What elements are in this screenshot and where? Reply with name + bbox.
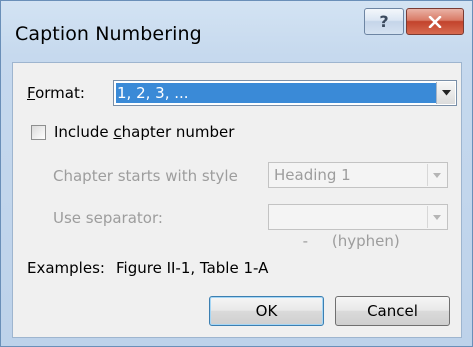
format-dropdown-arrow[interactable] (436, 82, 455, 104)
chapter-style-value: Heading 1 (274, 166, 351, 184)
separator-label: Use separator: (53, 209, 163, 227)
separator-dropdown-arrow[interactable] (427, 206, 446, 228)
format-dropdown[interactable]: 1, 2, 3, ... (113, 80, 457, 106)
examples-label: Examples: (27, 259, 105, 277)
separator-value: - (hyphen) (302, 232, 400, 250)
caption-numbering-dialog: Caption Numbering ? Format: 1, 2, 3, ...… (0, 0, 473, 347)
chapter-style-dropdown[interactable]: Heading 1 (268, 162, 448, 188)
dialog-title: Caption Numbering (15, 23, 202, 45)
chapter-style-dropdown-arrow[interactable] (427, 164, 446, 186)
examples-value: Figure II-1, Table 1-A (116, 259, 269, 277)
close-button[interactable] (406, 8, 464, 35)
chapter-style-label: Chapter starts with style (53, 167, 238, 185)
chevron-down-icon (441, 90, 451, 96)
chevron-down-icon (433, 172, 441, 178)
format-selected-value: 1, 2, 3, ... (116, 83, 436, 103)
chevron-down-icon (433, 214, 441, 220)
cancel-button[interactable]: Cancel (335, 296, 450, 326)
close-icon (428, 15, 442, 28)
separator-dropdown[interactable]: - (hyphen) (268, 204, 448, 250)
ok-button[interactable]: OK (209, 296, 324, 326)
include-chapter-checkbox[interactable] (31, 125, 46, 140)
help-icon: ? (379, 12, 389, 31)
dialog-body: Format: 1, 2, 3, ... Include chapter num… (12, 62, 462, 338)
include-chapter-label[interactable]: Include chapter number (54, 123, 234, 141)
format-label: Format: (27, 84, 85, 102)
help-button[interactable]: ? (364, 8, 404, 35)
